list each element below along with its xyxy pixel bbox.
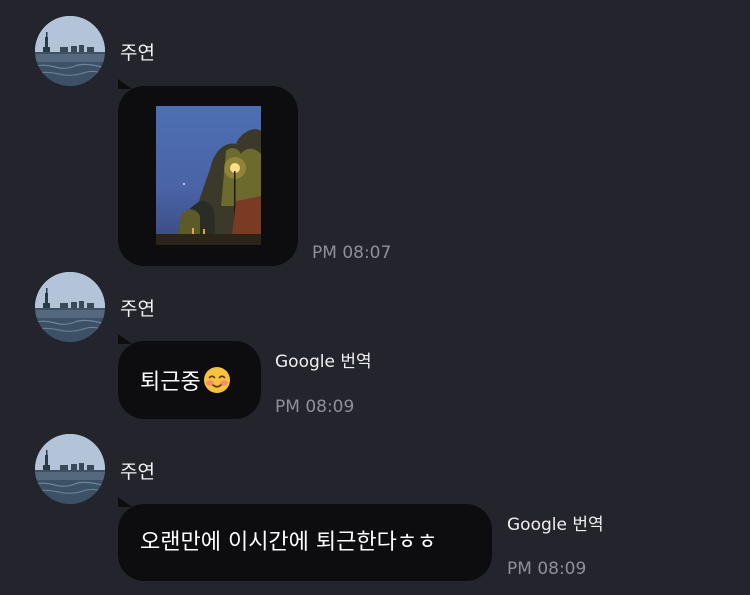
sender-avatar[interactable] bbox=[35, 434, 105, 504]
image-message-bubble[interactable] bbox=[118, 79, 298, 266]
sender-name: 주연 bbox=[120, 298, 155, 320]
skyline-avatar-image bbox=[35, 434, 105, 504]
text-message-bubble[interactable]: 퇴근중 bbox=[118, 334, 261, 419]
google-translate-link[interactable]: Google 번역 bbox=[275, 352, 372, 372]
skyline-avatar-image bbox=[35, 16, 105, 86]
google-translate-link[interactable]: Google 번역 bbox=[507, 515, 604, 535]
text-message-bubble[interactable]: 오랜만에 이시간에 퇴근한다ㅎㅎ bbox=[118, 497, 492, 581]
skyline-avatar-image bbox=[35, 272, 105, 342]
shared-photo[interactable] bbox=[156, 106, 261, 245]
evening-street-photo bbox=[156, 106, 261, 245]
sender-avatar[interactable] bbox=[35, 16, 105, 86]
message-timestamp: PM 08:07 bbox=[312, 243, 392, 263]
sender-name: 주연 bbox=[120, 42, 155, 64]
message-text: 퇴근중 bbox=[140, 370, 201, 395]
smiling-blushing-face-emoji-icon bbox=[203, 367, 230, 393]
message-timestamp: PM 08:09 bbox=[507, 559, 587, 579]
sender-avatar[interactable] bbox=[35, 272, 105, 342]
sender-name: 주연 bbox=[120, 461, 155, 483]
message-text: 오랜만에 이시간에 퇴근한다ㅎㅎ bbox=[140, 530, 438, 555]
message-timestamp: PM 08:09 bbox=[275, 397, 355, 417]
